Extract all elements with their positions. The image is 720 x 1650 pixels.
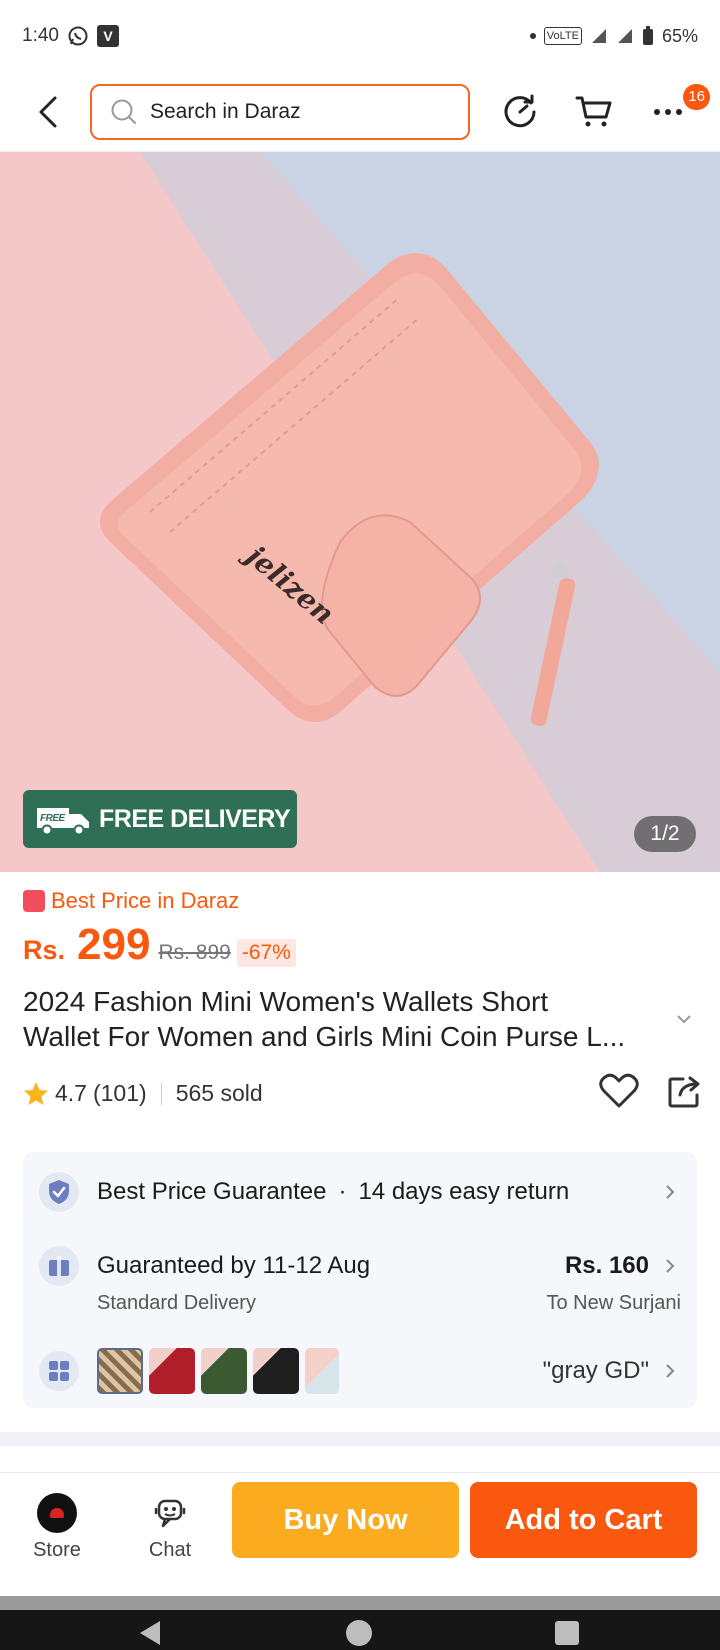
delivery-subrow: Standard Delivery To New Surjani <box>97 1292 681 1315</box>
delivery-location: To New Surjani <box>546 1292 681 1314</box>
product-title-line-1: 2024 Fashion Mini Women's Wallets Short <box>23 986 549 1017</box>
separator-dot: · <box>338 1178 347 1205</box>
price-value: 299 <box>77 920 151 969</box>
best-price-tag: Best Price in Daraz <box>23 888 239 914</box>
review-count[interactable]: (101) <box>93 1080 147 1107</box>
nav-recents-icon[interactable] <box>554 1620 580 1646</box>
top-header: Search in Daraz 16 <box>0 72 720 152</box>
image-counter: 1/2 <box>634 816 696 852</box>
delivery-box-icon <box>39 1246 79 1286</box>
variant-thumbnails <box>97 1348 339 1394</box>
delivery-row[interactable]: Guaranteed by 11-12 Aug Rs. 160 <box>23 1246 697 1286</box>
variant-thumb-pink[interactable] <box>305 1348 339 1394</box>
rating-row: 4.7 (101) 565 sold <box>23 1073 703 1107</box>
cart-icon <box>575 96 612 126</box>
store-label: Store <box>33 1539 81 1561</box>
search-input[interactable]: Search in Daraz <box>90 83 470 140</box>
store-logo-icon <box>37 1493 77 1533</box>
v-app-icon: V <box>96 25 119 47</box>
cart-button[interactable] <box>570 88 618 136</box>
nav-bar-top-strip <box>0 1596 720 1610</box>
share-button[interactable] <box>667 1073 703 1115</box>
product-image-carousel[interactable]: jelizen FREE FREE DELIVERY 1/2 <box>0 152 720 872</box>
delivery-fee: Rs. 160 <box>564 1252 649 1279</box>
share-icon <box>668 1076 700 1107</box>
search-icon <box>111 99 136 124</box>
history-icon <box>504 94 536 127</box>
chevron-right-icon <box>666 1259 675 1273</box>
delivery-type: Standard Delivery <box>97 1292 256 1314</box>
variant-thumb-black[interactable] <box>253 1348 299 1394</box>
notification-dot-icon <box>529 33 536 39</box>
original-price: Rs. 899 <box>158 941 231 964</box>
free-truck-text: FREE <box>40 813 66 824</box>
search-placeholder: Search in Daraz <box>150 99 301 123</box>
sold-count: 565 sold <box>175 1080 263 1106</box>
variant-thumb-red[interactable] <box>149 1348 195 1394</box>
rating-divider <box>160 1082 162 1105</box>
battery-percent: 65% <box>661 25 698 46</box>
chevron-left-icon <box>39 96 57 127</box>
nav-back-icon[interactable] <box>136 1618 164 1648</box>
product-photo: jelizen <box>0 152 720 872</box>
history-button[interactable] <box>496 88 544 136</box>
guarantee-row[interactable]: Best Price Guarantee · 14 days easy retu… <box>23 1172 697 1212</box>
signal-icon <box>590 27 608 45</box>
heart-icon <box>599 1073 639 1107</box>
cart-badge: 16 <box>683 83 710 110</box>
back-button[interactable] <box>24 88 72 136</box>
chat-bot-icon <box>153 1493 187 1533</box>
price-currency: Rs. <box>23 935 66 965</box>
rating-value: 4.7 <box>55 1080 87 1106</box>
status-right: VoLTE 65% <box>529 25 698 47</box>
price-row: Rs. 299 Rs. 899 -67% <box>23 920 296 970</box>
star-icon <box>24 1081 48 1105</box>
add-to-cart-button[interactable]: Add to Cart <box>470 1482 697 1558</box>
discount-badge: -67% <box>236 939 296 967</box>
more-dots-icon <box>654 108 682 115</box>
product-title-line-2: Wallet For Women and Girls Mini Coin Pur… <box>23 1021 626 1052</box>
battery-icon <box>642 26 654 46</box>
returns-label: 14 days easy return <box>358 1178 570 1205</box>
expand-title-chevron-icon[interactable] <box>676 1014 692 1024</box>
chevron-right-icon <box>666 1185 675 1199</box>
status-left: 1:40 V <box>22 25 119 47</box>
status-time: 1:40 <box>22 25 59 46</box>
section-divider <box>0 1432 720 1446</box>
best-price-icon <box>23 890 45 912</box>
selected-variant: "gray GD" <box>542 1357 649 1384</box>
variant-thumb-green[interactable] <box>201 1348 247 1394</box>
wishlist-button[interactable] <box>599 1073 639 1115</box>
system-nav-bar <box>0 1596 720 1650</box>
whatsapp-icon <box>67 25 89 47</box>
delivery-truck-icon: FREE <box>37 808 89 836</box>
signal-icon-2 <box>616 27 634 45</box>
free-delivery-badge: FREE FREE DELIVERY <box>23 790 297 848</box>
best-price-label: Best Price in Daraz <box>51 888 240 913</box>
variants-grid-icon <box>39 1351 79 1391</box>
chevron-right-icon <box>666 1364 675 1378</box>
variant-thumb-gray[interactable] <box>97 1348 143 1394</box>
chat-button[interactable]: Chat <box>130 1493 210 1562</box>
more-menu-button[interactable]: 16 <box>644 83 710 136</box>
status-bar: 1:40 V VoLTE 65% <box>0 0 720 72</box>
nav-home-icon[interactable] <box>344 1618 374 1648</box>
service-info-card: Best Price Guarantee · 14 days easy retu… <box>23 1152 697 1408</box>
store-button[interactable]: Store <box>17 1493 97 1562</box>
volte-label: VoLTE <box>543 27 582 45</box>
product-title[interactable]: 2024 Fashion Mini Women's Wallets Short … <box>23 984 668 1054</box>
guarantee-label: Best Price Guarantee <box>97 1178 327 1205</box>
free-delivery-label: FREE DELIVERY <box>99 804 291 833</box>
chat-label: Chat <box>148 1539 192 1561</box>
shield-check-icon <box>39 1172 79 1212</box>
bottom-action-bar: Store Chat Buy Now Add to Cart <box>0 1472 720 1596</box>
delivery-title: Guaranteed by 11-12 Aug <box>97 1252 371 1279</box>
variant-row[interactable]: "gray GD" <box>23 1348 697 1394</box>
buy-now-button[interactable]: Buy Now <box>232 1482 459 1558</box>
